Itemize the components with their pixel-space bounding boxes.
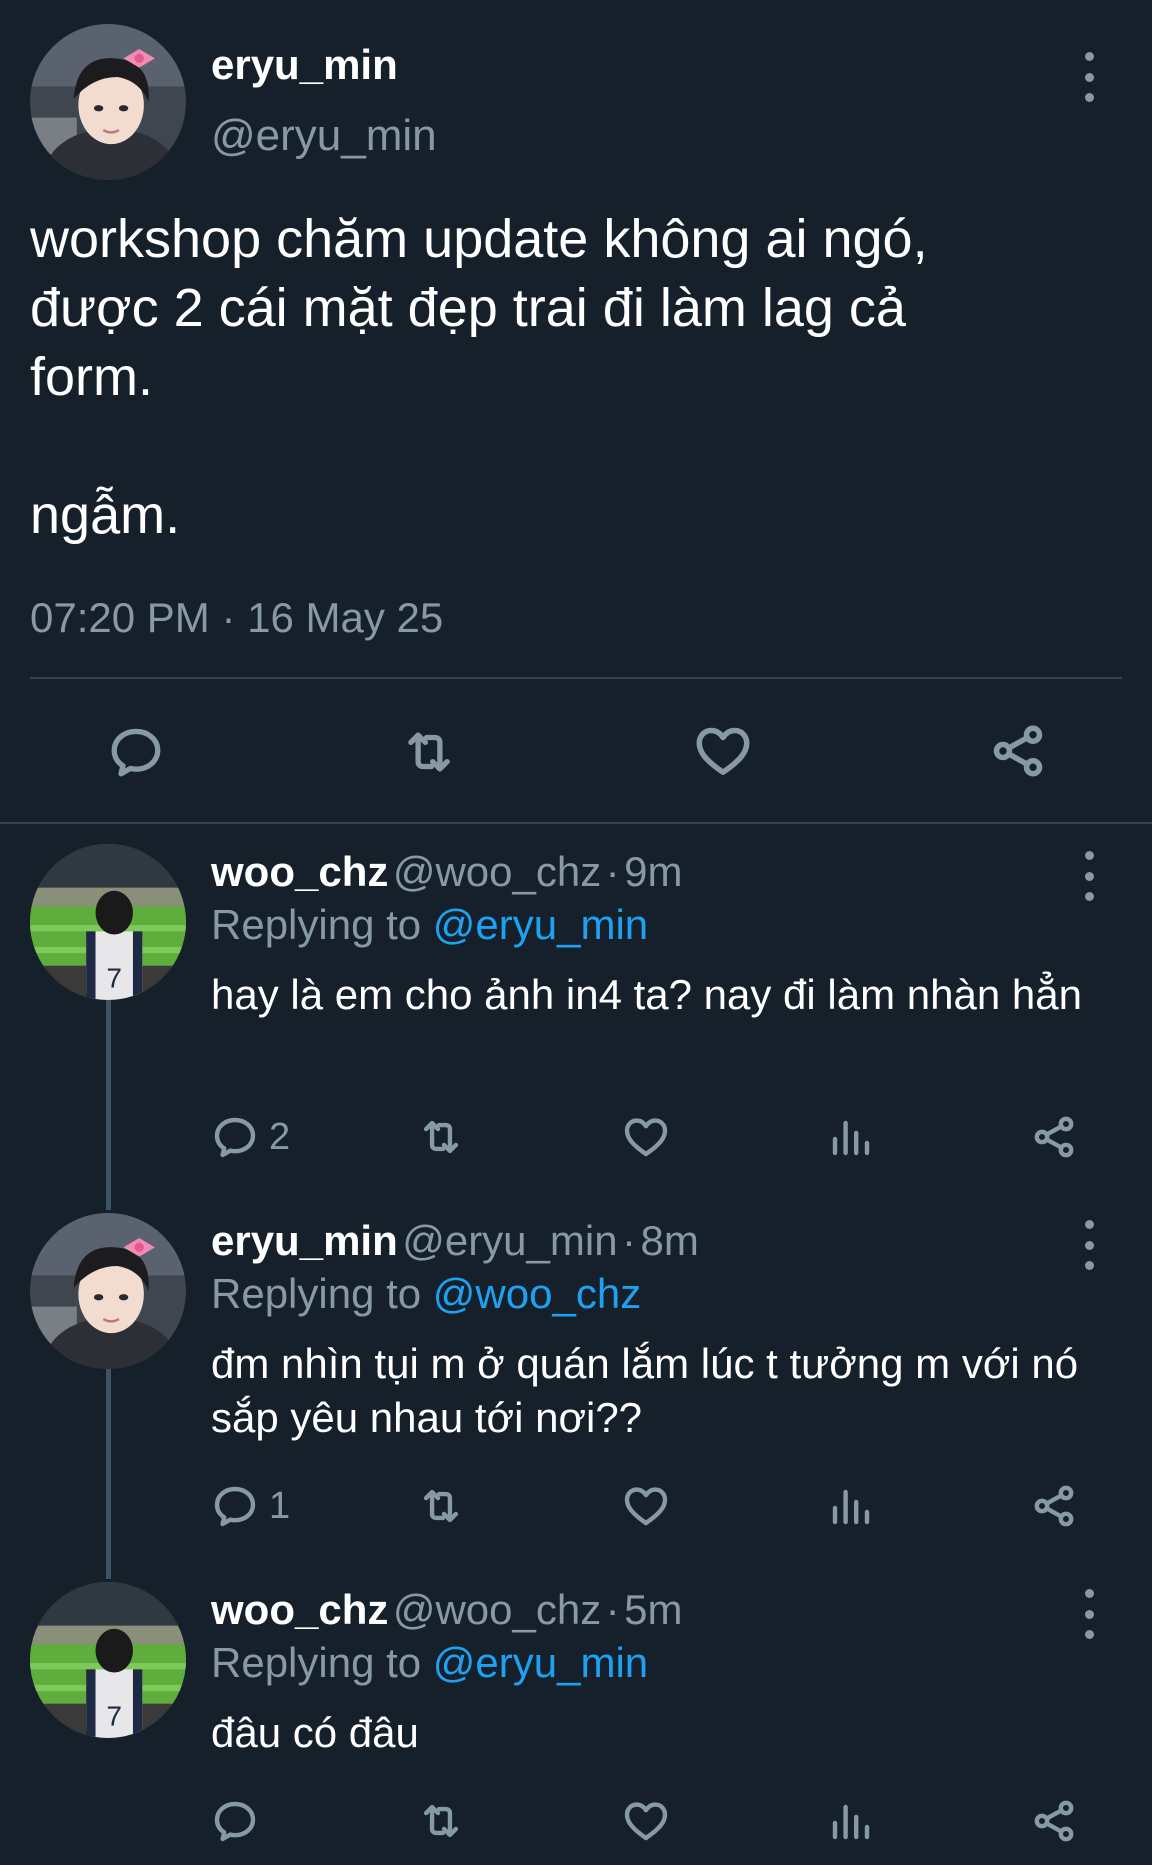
stats-icon[interactable] <box>827 1482 875 1530</box>
stats-icon[interactable] <box>827 1797 875 1845</box>
reply-action[interactable]: 1 <box>211 1482 290 1530</box>
thread-connector <box>106 1000 111 1210</box>
replying-to-mention[interactable]: @woo_chz <box>433 1270 641 1317</box>
retweet-icon[interactable] <box>415 1482 467 1530</box>
reply-handle[interactable]: @woo_chz <box>393 1586 601 1633</box>
retweet-icon[interactable] <box>415 1113 467 1161</box>
reply-count: 1 <box>269 1485 291 1527</box>
tweet-text-line: form. <box>30 347 154 407</box>
reply-handle[interactable]: @woo_chz <box>393 848 601 895</box>
retweet-icon[interactable] <box>415 1797 467 1845</box>
avatar[interactable] <box>30 844 186 1000</box>
replying-to-mention[interactable]: @eryu_min <box>433 901 648 948</box>
reply-text: đâu có đâu <box>211 1709 419 1756</box>
reply-text: hay là em cho ảnh in4 ta? nay đi làm nhà… <box>211 971 1082 1018</box>
reply-count: 2 <box>269 1116 291 1158</box>
reply-icon <box>211 1113 259 1161</box>
divider <box>30 677 1122 679</box>
reply-display-name[interactable]: eryu_min <box>211 1217 398 1264</box>
reply-time[interactable]: 8m <box>640 1217 698 1264</box>
reply-icon[interactable] <box>107 723 165 781</box>
share-icon[interactable] <box>1030 1113 1078 1161</box>
replying-to: Replying to @woo_chz <box>211 1273 641 1315</box>
tweet-text-line: ngẫm. <box>30 485 181 545</box>
separator-dot: · <box>622 1217 637 1264</box>
tweet-timestamp[interactable]: 07:20 PM · 16 May 25 <box>30 597 443 639</box>
more-options-icon[interactable] <box>1069 851 1109 901</box>
more-options-icon[interactable] <box>1069 1220 1109 1270</box>
reply-icon <box>211 1482 259 1530</box>
replying-to-label: Replying to <box>211 901 422 948</box>
divider <box>0 822 1152 824</box>
author-handle[interactable]: @eryu_min <box>211 114 437 158</box>
like-icon[interactable] <box>622 1797 670 1845</box>
reply-header: woo_chz @woo_chz · 5m <box>211 1589 682 1631</box>
reply-time[interactable]: 9m <box>624 848 682 895</box>
avatar[interactable] <box>30 1582 186 1738</box>
reply-handle[interactable]: @eryu_min <box>402 1217 617 1264</box>
retweet-icon[interactable] <box>397 723 461 781</box>
replying-to-label: Replying to <box>211 1639 422 1686</box>
more-options-icon[interactable] <box>1069 52 1109 102</box>
separator-dot: · <box>605 1586 620 1633</box>
thread-connector <box>106 1369 111 1579</box>
reply-action[interactable]: 2 <box>211 1113 290 1161</box>
more-options-icon[interactable] <box>1069 1589 1109 1639</box>
like-icon[interactable] <box>693 721 753 781</box>
avatar[interactable] <box>30 24 186 180</box>
reply-display-name[interactable]: woo_chz <box>211 848 388 895</box>
share-icon[interactable] <box>988 721 1048 781</box>
stats-icon[interactable] <box>827 1113 875 1161</box>
reply-display-name[interactable]: woo_chz <box>211 1586 388 1633</box>
reply-time[interactable]: 5m <box>624 1586 682 1633</box>
replying-to: Replying to @eryu_min <box>211 1642 648 1684</box>
reply-header: woo_chz @woo_chz · 9m <box>211 851 682 893</box>
replying-to-mention[interactable]: @eryu_min <box>433 1639 648 1686</box>
like-icon[interactable] <box>622 1113 670 1161</box>
like-icon[interactable] <box>622 1482 670 1530</box>
replying-to: Replying to @eryu_min <box>211 904 648 946</box>
tweet-text-line: được 2 cái mặt đẹp trai đi làm lag cả <box>30 278 906 338</box>
avatar[interactable] <box>30 1213 186 1369</box>
separator-dot: · <box>605 848 620 895</box>
replying-to-label: Replying to <box>211 1270 422 1317</box>
reply-text: đm nhìn tụi m ở quán lắm lúc t tưởng m v… <box>211 1340 1079 1441</box>
reply-icon[interactable] <box>211 1797 259 1845</box>
share-icon[interactable] <box>1030 1797 1078 1845</box>
reply-header: eryu_min @eryu_min · 8m <box>211 1220 699 1262</box>
author-display-name[interactable]: eryu_min <box>211 44 398 86</box>
tweet-text: workshop chăm update không ai ngó, được … <box>30 205 1120 550</box>
share-icon[interactable] <box>1030 1482 1078 1530</box>
tweet-text-line: workshop chăm update không ai ngó, <box>30 209 928 269</box>
